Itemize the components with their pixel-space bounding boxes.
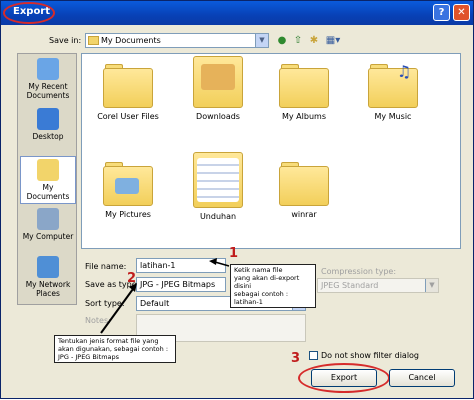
title-bar[interactable]: Export ? ✕ <box>1 1 473 25</box>
compression-type-label: Compression type: <box>321 267 397 276</box>
folder-my-albums[interactable]: My Albums <box>268 56 340 146</box>
help-button[interactable]: ? <box>433 4 450 21</box>
notes-label: Notes: <box>85 316 111 325</box>
arrow-to-save-as-type <box>100 288 134 334</box>
folder-icon <box>103 64 153 108</box>
new-folder-icon[interactable]: ✱ <box>307 34 321 47</box>
folder-icon <box>279 64 329 108</box>
callout-save-as-type: Tentukan jenis format file yang akan dig… <box>54 335 176 363</box>
network-places-icon <box>37 256 59 278</box>
folder-my-music[interactable]: ♫ My Music <box>357 56 429 146</box>
export-dialog: Export ? ✕ Save in: My Documents ▼ ● ⇧ ✱… <box>0 0 474 399</box>
folder-unduhan[interactable]: Unduhan <box>182 152 254 242</box>
cancel-button[interactable]: Cancel <box>389 369 455 387</box>
folder-my-pictures[interactable]: My Pictures <box>92 154 164 244</box>
compression-type-value: JPEG Standard <box>321 281 379 290</box>
desktop-icon <box>37 108 59 130</box>
chevron-down-icon: ▼ <box>255 34 268 47</box>
compression-type-dropdown: JPEG Standard ▼ <box>317 278 439 293</box>
save-as-type-dropdown[interactable]: JPG - JPEG Bitmaps <box>136 277 226 292</box>
do-not-show-filter-label: Do not show filter dialog <box>321 351 420 360</box>
do-not-show-filter-checkbox[interactable] <box>309 351 318 360</box>
folder-with-images-icon <box>193 56 243 108</box>
music-folder-icon: ♫ <box>368 62 418 108</box>
sort-type-label: Sort type: <box>85 299 125 308</box>
image-thumbnail-icon <box>201 64 235 90</box>
folder-icon <box>88 36 99 45</box>
annotation-ring-title <box>3 2 55 24</box>
views-menu-icon[interactable]: ▦▾ <box>323 34 343 47</box>
chevron-down-icon: ▼ <box>425 279 438 292</box>
file-name-input[interactable]: latihan-1 <box>136 258 226 273</box>
save-in-dropdown[interactable]: My Documents ▼ <box>85 33 269 48</box>
my-documents-icon <box>37 159 59 181</box>
save-in-value: My Documents <box>101 36 161 45</box>
annotation-number-2: 2 <box>127 271 137 286</box>
folder-downloads[interactable]: Downloads <box>182 56 254 146</box>
image-thumbnail-icon <box>115 178 139 194</box>
annotation-number-3: 3 <box>291 351 301 366</box>
place-desktop[interactable]: Desktop <box>20 106 76 154</box>
close-button[interactable]: ✕ <box>453 4 470 21</box>
place-my-documents[interactable]: My Documents <box>20 156 76 204</box>
folder-with-images-icon <box>193 152 243 208</box>
folder-icon <box>279 162 329 206</box>
sort-type-value: Default <box>140 299 170 308</box>
recent-documents-icon <box>37 58 59 80</box>
place-my-computer[interactable]: My Computer <box>20 206 76 254</box>
save-as-type-value: JPG - JPEG Bitmaps <box>140 280 216 289</box>
file-name-label: File name: <box>85 262 127 271</box>
annotation-number-1: 1 <box>229 246 239 261</box>
callout-file-name: Ketik nama file yang akan di-export disi… <box>230 264 316 308</box>
annotation-ring-export <box>298 363 390 393</box>
folder-winrar[interactable]: winrar <box>268 154 340 244</box>
back-arrow-icon[interactable]: ● <box>275 34 289 47</box>
pictures-folder-icon <box>103 162 153 206</box>
my-computer-icon <box>37 208 59 230</box>
music-note-icon: ♫ <box>396 62 412 81</box>
save-in-label: Save in: <box>49 36 82 45</box>
place-my-network-places[interactable]: My Network Places <box>20 254 76 304</box>
up-folder-icon[interactable]: ⇧ <box>291 34 305 47</box>
places-bar: My Recent Documents Desktop My Documents… <box>17 53 77 305</box>
place-my-recent-documents[interactable]: My Recent Documents <box>20 56 76 104</box>
folder-corel-user-files[interactable]: Corel User Files <box>92 56 164 146</box>
file-list[interactable]: Corel User Files Downloads My Albums ♫ M… <box>81 53 461 249</box>
image-thumbnail-icon <box>197 158 239 202</box>
